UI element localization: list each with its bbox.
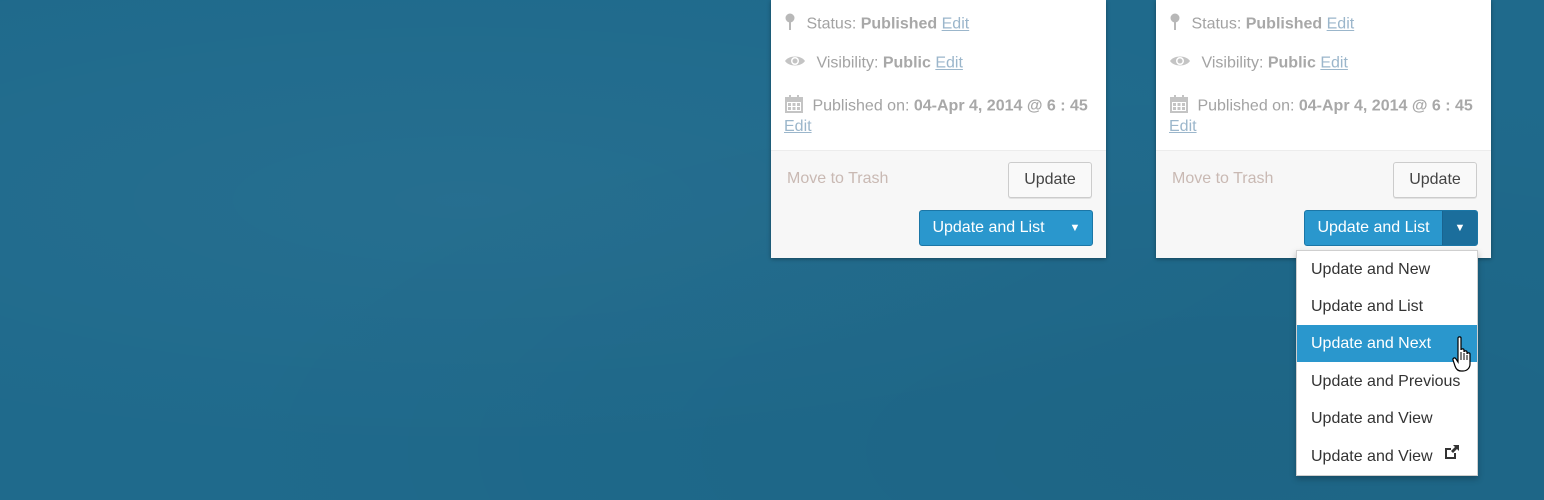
update-and-list-button[interactable]: Update and List bbox=[920, 211, 1057, 245]
pin-icon bbox=[784, 13, 796, 36]
menu-item-label: Update and Next bbox=[1311, 335, 1432, 352]
external-link-icon bbox=[1443, 438, 1461, 475]
publish-panel-1: Status: Published Edit Visibility: Publi… bbox=[771, 0, 1106, 258]
visibility-row: Visibility: Public Edit bbox=[784, 54, 963, 73]
update-button[interactable]: Update bbox=[1008, 162, 1092, 198]
status-label: Status: bbox=[1191, 15, 1242, 33]
published-edit-link[interactable]: Edit bbox=[784, 118, 812, 135]
menu-item-update-and-new[interactable]: Update and New bbox=[1297, 251, 1477, 288]
visibility-label: Visibility: bbox=[1201, 54, 1264, 72]
status-edit-link[interactable]: Edit bbox=[942, 16, 970, 33]
caret-down-icon: ▼ bbox=[1454, 222, 1466, 234]
visibility-label: Visibility: bbox=[816, 54, 879, 72]
eye-icon bbox=[1169, 54, 1191, 73]
menu-item-update-and-previous[interactable]: Update and Previous bbox=[1297, 363, 1477, 400]
visibility-edit-link[interactable]: Edit bbox=[1320, 55, 1348, 72]
published-edit-link[interactable]: Edit bbox=[1169, 118, 1197, 135]
status-value: Published bbox=[860, 15, 938, 33]
update-and-list-split-button: Update and List ▼ bbox=[919, 210, 1093, 246]
eye-icon bbox=[784, 54, 806, 73]
calendar-icon bbox=[1169, 94, 1189, 119]
status-row: Status: Published Edit bbox=[1169, 13, 1354, 36]
hand-pointer-icon bbox=[1452, 336, 1476, 379]
visibility-value: Public bbox=[882, 54, 931, 72]
published-value: 04-Apr 4, 2014 @ 6 : 45 bbox=[913, 97, 1088, 115]
caret-down-icon: ▼ bbox=[1069, 222, 1081, 234]
move-to-trash-link[interactable]: Move to Trash bbox=[787, 170, 888, 188]
published-row: Published on: 04-Apr 4, 2014 @ 6 : 45 bbox=[1169, 94, 1473, 119]
publish-panel-body: Status: Published Edit Visibility: Publi… bbox=[1156, 0, 1491, 150]
menu-item-update-and-view-new-window[interactable]: Update and View bbox=[1297, 438, 1477, 475]
published-label: Published on: bbox=[1197, 97, 1295, 115]
update-button[interactable]: Update bbox=[1393, 162, 1477, 198]
pin-icon bbox=[1169, 13, 1181, 36]
visibility-edit-link[interactable]: Edit bbox=[935, 55, 963, 72]
update-and-list-button[interactable]: Update and List bbox=[1305, 211, 1442, 245]
status-label: Status: bbox=[806, 15, 857, 33]
status-value: Published bbox=[1245, 15, 1323, 33]
status-row: Status: Published Edit bbox=[784, 13, 969, 36]
menu-item-update-and-view[interactable]: Update and View bbox=[1297, 400, 1477, 437]
visibility-row: Visibility: Public Edit bbox=[1169, 54, 1348, 73]
publish-panel-body: Status: Published Edit Visibility: Publi… bbox=[771, 0, 1106, 150]
menu-item-label: Update and Previous bbox=[1311, 373, 1461, 390]
menu-item-update-and-next[interactable]: Update and Next bbox=[1297, 325, 1477, 362]
move-to-trash-link[interactable]: Move to Trash bbox=[1172, 170, 1273, 188]
published-edit-row: Edit bbox=[1169, 118, 1197, 136]
published-value: 04-Apr 4, 2014 @ 6 : 45 bbox=[1298, 97, 1473, 115]
dropdown-toggle-button[interactable]: ▼ bbox=[1442, 211, 1477, 245]
published-edit-row: Edit bbox=[784, 118, 812, 136]
menu-item-label: Update and View bbox=[1311, 410, 1433, 427]
menu-item-label: Update and List bbox=[1311, 298, 1424, 315]
visibility-value: Public bbox=[1267, 54, 1316, 72]
menu-item-label: Update and New bbox=[1311, 261, 1431, 278]
menu-item-update-and-list[interactable]: Update and List bbox=[1297, 288, 1477, 325]
status-edit-link[interactable]: Edit bbox=[1327, 16, 1355, 33]
menu-item-label: Update and View bbox=[1311, 448, 1433, 465]
update-options-dropdown: Update and New Update and List Update an… bbox=[1296, 250, 1478, 476]
dropdown-toggle-button[interactable]: ▼ bbox=[1057, 211, 1092, 245]
published-label: Published on: bbox=[812, 97, 910, 115]
published-row: Published on: 04-Apr 4, 2014 @ 6 : 45 bbox=[784, 94, 1088, 119]
calendar-icon bbox=[784, 94, 804, 119]
update-and-list-split-button: Update and List ▼ bbox=[1304, 210, 1478, 246]
publish-panel-2: Status: Published Edit Visibility: Publi… bbox=[1156, 0, 1491, 258]
